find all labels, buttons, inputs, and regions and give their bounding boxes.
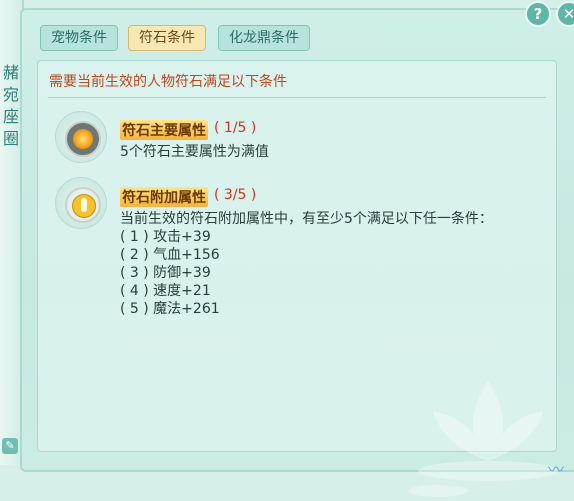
edit-icon[interactable]: ✎ bbox=[2, 438, 18, 454]
tab-pet-conditions[interactable]: 宠物条件 bbox=[40, 25, 118, 51]
side-title-char: 座 bbox=[2, 107, 19, 126]
extra-attr-desc: 当前生效的符石附加属性中，有至少5个满足以下任一条件： bbox=[120, 211, 493, 227]
coin-core bbox=[72, 194, 96, 218]
condition-item: ( 1 ) 攻击+39 bbox=[120, 229, 211, 245]
coin-alert-icon bbox=[55, 177, 107, 229]
main-attr-count: ( 1/5 ) bbox=[214, 120, 257, 136]
gem-core bbox=[73, 129, 93, 149]
header-divider bbox=[48, 97, 546, 98]
bird-icon: 〰 bbox=[548, 460, 565, 479]
panel-header: 需要当前生效的人物符石满足以下条件 bbox=[49, 74, 287, 90]
conditions-panel: 需要当前生效的人物符石满足以下条件 〰 符石主要属性 ( 1/5 ) 5个符石主… bbox=[37, 60, 564, 497]
side-title-char: 圈 bbox=[2, 129, 19, 148]
lotus-decoration bbox=[408, 381, 558, 497]
tab-dragon-cauldron-conditions[interactable]: 化龙鼎条件 bbox=[218, 25, 310, 51]
main-attr-title: 符石主要属性 bbox=[120, 120, 208, 140]
condition-item: ( 5 ) 魔法+261 bbox=[120, 301, 220, 317]
tab-rune-conditions[interactable]: 符石条件 bbox=[128, 25, 206, 51]
gem-icon bbox=[55, 111, 107, 163]
main-attr-desc: 5个符石主要属性为满值 bbox=[120, 144, 269, 160]
condition-item: ( 2 ) 气血+156 bbox=[120, 247, 220, 263]
help-button[interactable]: ? bbox=[525, 1, 551, 27]
condition-item: ( 3 ) 防御+39 bbox=[120, 265, 211, 281]
extra-attr-title: 符石附加属性 bbox=[120, 187, 208, 207]
extra-attr-count: ( 3/5 ) bbox=[214, 187, 257, 203]
swallow-decoration: 〰 bbox=[548, 456, 564, 480]
side-title-char: 赭 bbox=[2, 63, 19, 82]
condition-item: ( 4 ) 速度+21 bbox=[120, 283, 211, 299]
side-title: 赭 宛 座 圈 bbox=[2, 62, 20, 150]
side-title-char: 宛 bbox=[2, 85, 19, 104]
